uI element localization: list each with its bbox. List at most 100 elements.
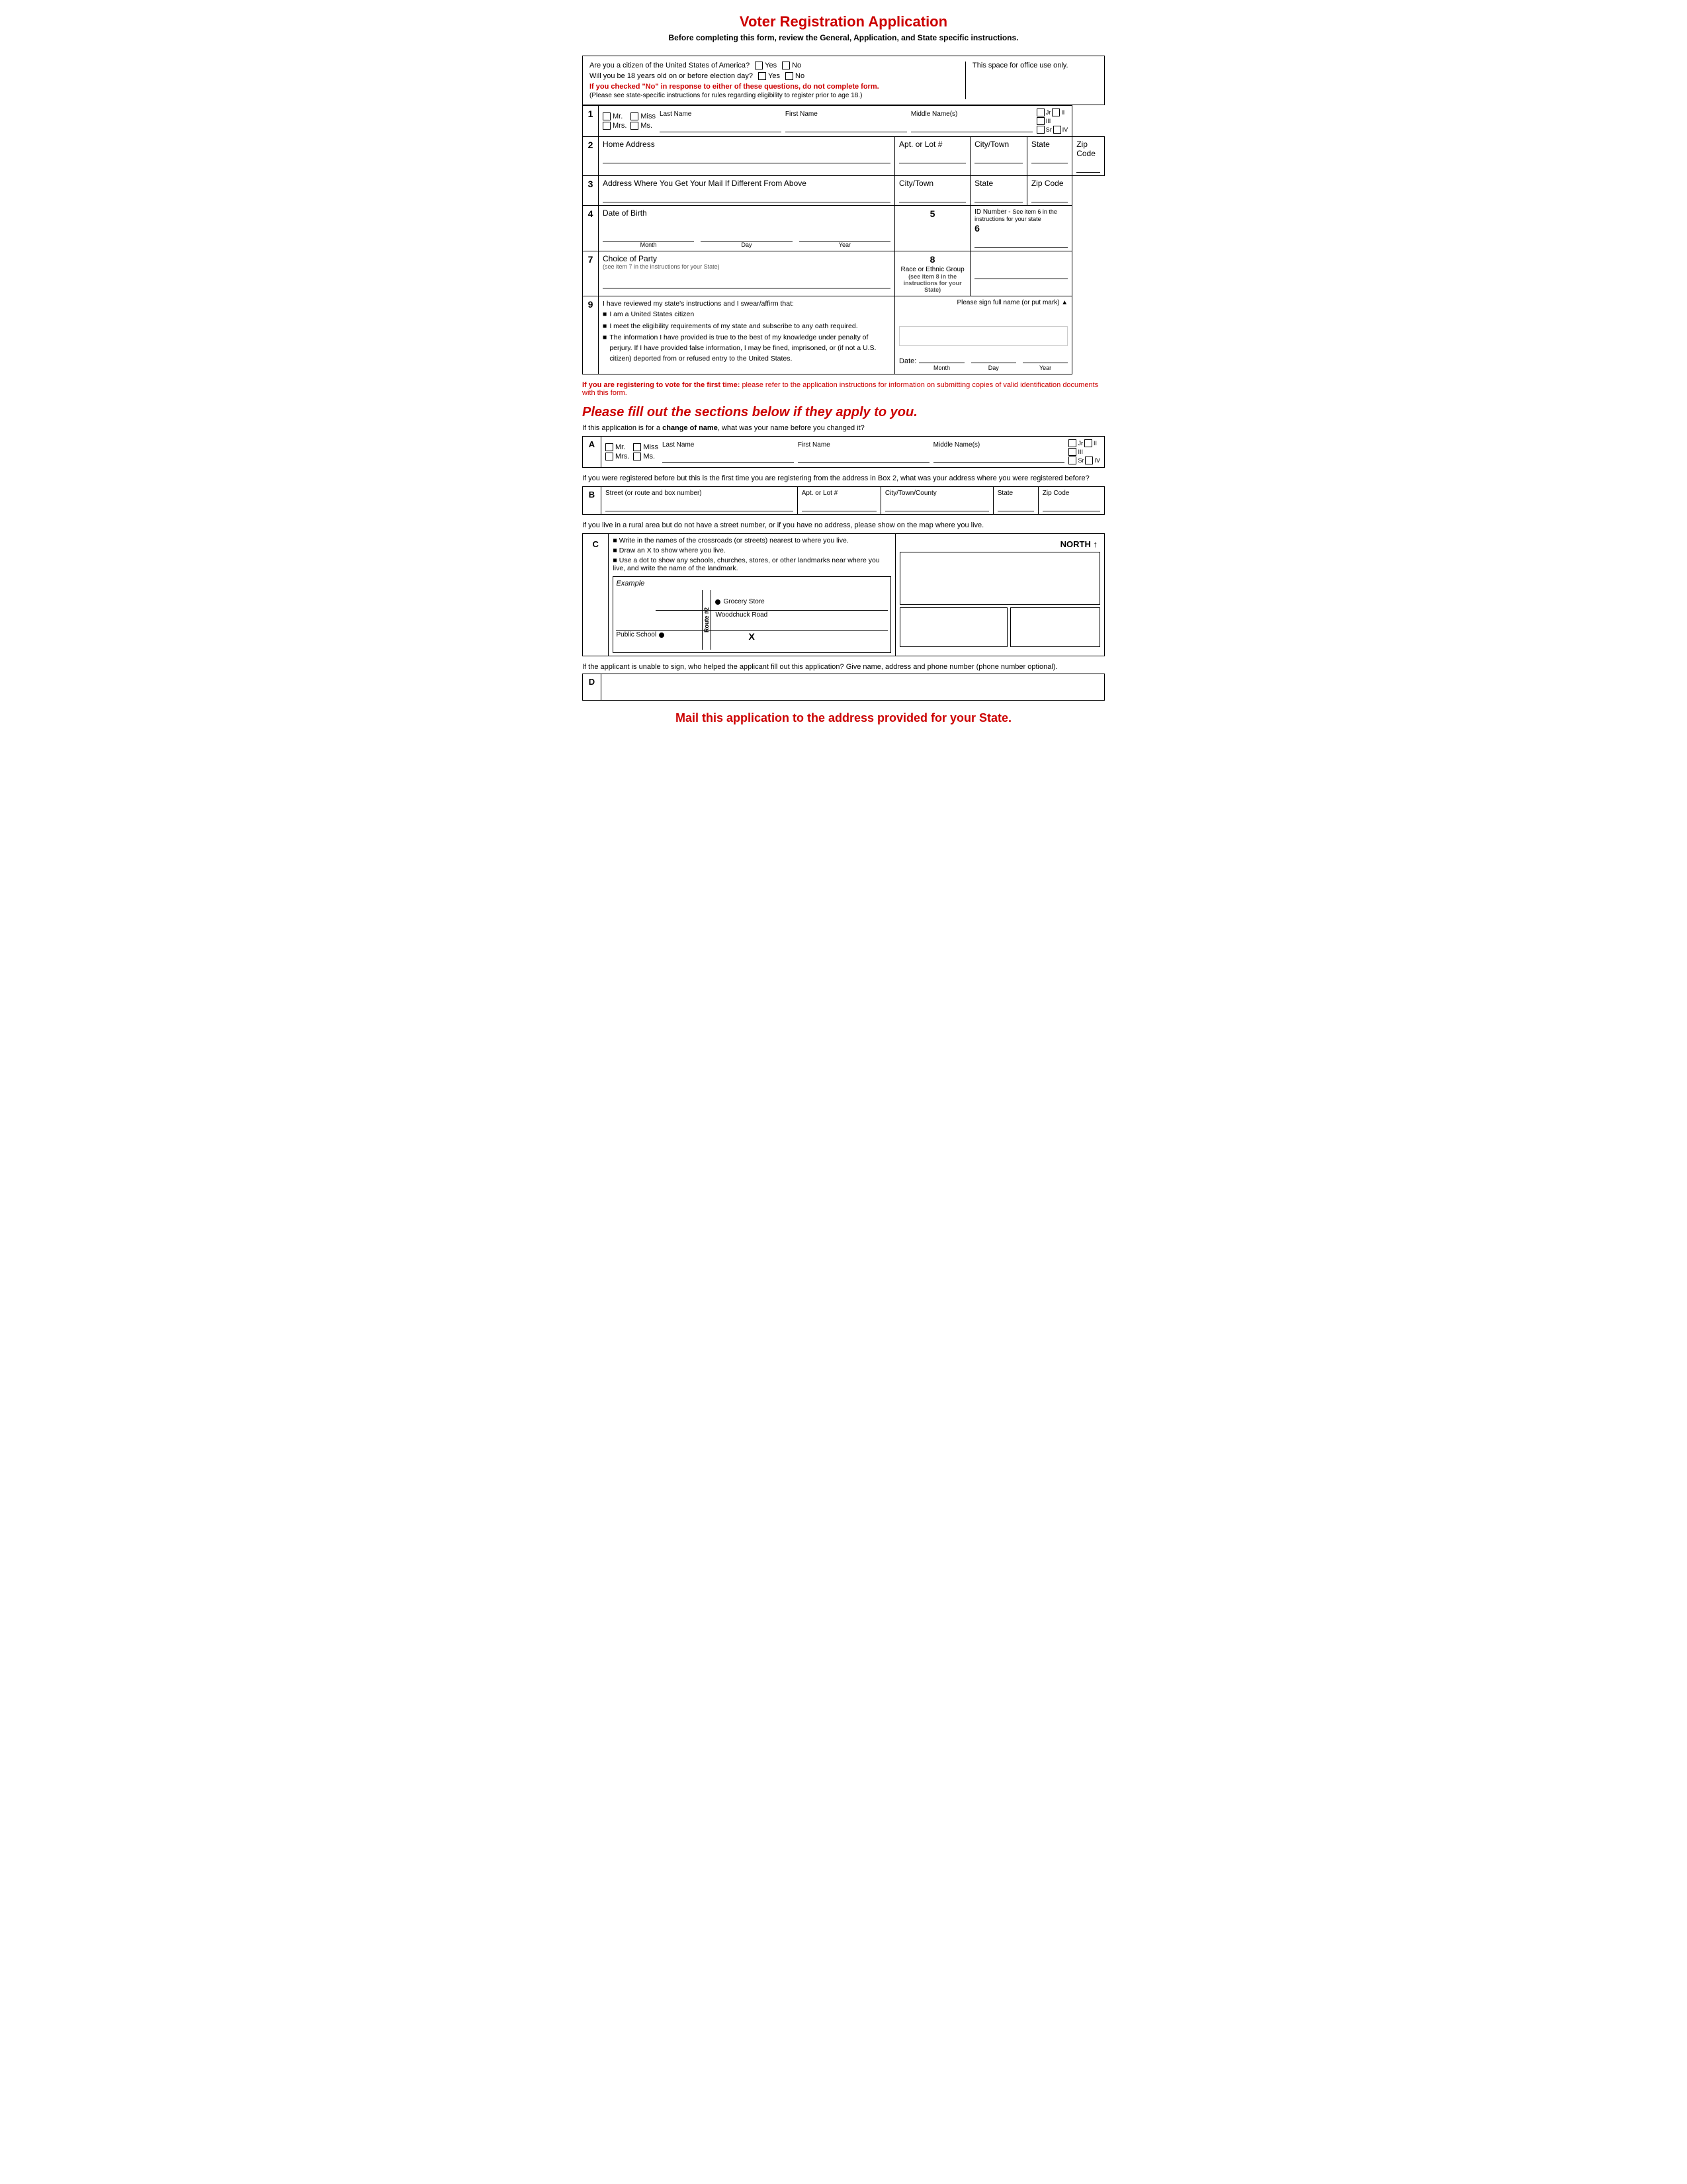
party-label: Choice of Party [603,254,890,263]
yes1-checkbox[interactable] [755,62,763,69]
a-sr-checkbox[interactable] [1068,457,1076,464]
page-subtitle: Before completing this form, review the … [582,33,1105,42]
party-note: (see item 7 in the instructions for your… [603,263,890,270]
section-d-label: D [583,674,601,701]
page-title: Voter Registration Application [582,13,1105,30]
month-label9: Month [919,365,964,371]
a-mr-checkbox[interactable] [605,443,613,451]
a-suffix2-checkbox[interactable] [1084,439,1092,447]
ms-checkbox[interactable] [630,122,638,130]
sr-checkbox[interactable] [1037,126,1045,134]
section-c-table: C ■ Write in the names of the crossroads… [582,533,1105,656]
row4-number: 4 [583,206,599,251]
row6-number: 6 [974,223,1068,234]
row1-name: 1 Mr. Mrs. Miss Ms. Last Name First Name [583,106,1105,137]
b-zip-label: Zip Code [1043,490,1100,497]
row3-number: 3 [583,176,599,206]
office-use-text: This space for office use only. [973,62,1068,69]
jr-checkbox[interactable] [1037,109,1045,116]
suffix2-checkbox[interactable] [1052,109,1060,116]
city-town-label2: City/Town [974,140,1023,149]
section-b-label: B [583,487,601,515]
no-complete-warning: If you checked "No" in response to eithe… [589,83,959,91]
id-label: ID Number - See item 6 in the instructio… [974,208,1068,223]
woodchuck-road: Woodchuck Road [715,611,767,619]
oath-intro: I have reviewed my state's instructions … [603,299,890,310]
first-time-note: If you are registering to vote for the f… [582,381,1105,397]
c-bullet1: ■ Write in the names of the crossroads (… [613,537,891,545]
year-label9: Year [1023,365,1068,371]
day-label9: Day [971,365,1016,371]
section-b-table: B Street (or route and box number) Apt. … [582,486,1105,515]
a-suffix3-checkbox[interactable] [1068,448,1076,456]
month-label4: Month [603,241,694,248]
oath2: I meet the eligibility requirements of m… [609,322,857,332]
map-draw-bottom [900,607,1100,647]
please-fill-header: Please fill out the sections below if th… [582,405,1105,420]
main-form-table: 1 Mr. Mrs. Miss Ms. Last Name First Name [582,105,1105,374]
section-d-note: If the applicant is unable to sign, who … [582,663,1105,671]
map-draw-top[interactable] [900,552,1100,605]
row9-number: 9 [583,296,599,374]
row2-number: 2 [583,137,599,176]
suffix4-checkbox[interactable] [1053,126,1061,134]
row78: 7 Choice of Party (see item 7 in the ins… [583,251,1105,296]
example-label: Example [616,580,888,588]
section-d-field[interactable] [601,674,1105,701]
x-mark: X [748,631,754,642]
grocery-store: Grocery Store [715,598,764,605]
mrs-checkbox[interactable] [603,122,611,130]
no1-checkbox[interactable] [782,62,790,69]
citizen-question1: Are you a citizen of the United States o… [589,62,750,69]
apt-lot-label: Apt. or Lot # [899,140,966,149]
b-state-label: State [998,490,1034,497]
c-bullet3: ■ Use a dot to show any schools, churche… [613,556,891,572]
section-d-table: D [582,674,1105,701]
year-label4: Year [799,241,890,248]
b-apt-lot-label: Apt. or Lot # [802,490,877,497]
miss-checkbox[interactable] [630,112,638,120]
suffix3-checkbox[interactable] [1037,117,1045,125]
no2-checkbox[interactable] [785,72,793,80]
row8-number: 8 Race or Ethnic Group (see item 8 in th… [895,251,971,296]
middle-name-label: Middle Name(s) [911,110,1033,118]
route-label: Route #2 [703,607,710,633]
citizen-questions-box: Are you a citizen of the United States o… [582,56,1105,105]
a-mrs-checkbox[interactable] [605,453,613,460]
a-ms-checkbox[interactable] [633,453,641,460]
registered-before-note: If you were registered before but this i… [582,474,1105,482]
yes2-checkbox[interactable] [758,72,766,80]
zip-code-label2: Zip Code [1076,140,1100,158]
row9-oath: 9 I have reviewed my state's instruction… [583,296,1105,374]
zip-code-label3: Zip Code [1031,179,1068,188]
section-c-label: C [583,534,609,656]
a-first-name-label: First Name [798,441,930,449]
a-miss-checkbox[interactable] [633,443,641,451]
first-name-label: First Name [785,110,907,118]
rural-note: If you live in a rural area but do not h… [582,521,1105,529]
section-a-label: A [583,437,601,468]
oath1: I am a United States citizen [609,310,694,320]
a-middle-name-label: Middle Name(s) [933,441,1065,449]
a-jr-checkbox[interactable] [1068,439,1076,447]
c-bullet2: ■ Draw an X to show where you live. [613,546,891,554]
section-a-table: A Mr. Mrs. Miss Ms. Last Name First Name [582,436,1105,468]
mr-checkbox[interactable] [603,112,611,120]
map-draw-bottom-right[interactable] [1010,607,1100,647]
state-label2: State [1031,140,1068,149]
b-street-label: Street (or route and box number) [605,490,793,497]
row1-number: 1 [583,106,599,137]
dob-label: Date of Birth [603,208,890,218]
citizen-question2: Will you be 18 years old on or before el… [589,72,753,80]
map-example: Example Route #2 Grocery Store Woo [613,576,891,653]
oath3: The information I have provided is true … [609,333,890,364]
north-label: NORTH ↑ [900,537,1100,552]
city-town-label3: City/Town [899,179,966,188]
mail-address-label: Address Where You Get Your Mail If Diffe… [603,179,890,188]
a-suffix4-checkbox[interactable] [1085,457,1093,464]
change-name-note: If this application is for a change of n… [582,424,1105,432]
public-school: Public School [616,631,664,638]
map-draw-bottom-left[interactable] [900,607,1007,647]
day-label4: Day [701,241,792,248]
race-label: Race or Ethnic Group [899,266,966,273]
